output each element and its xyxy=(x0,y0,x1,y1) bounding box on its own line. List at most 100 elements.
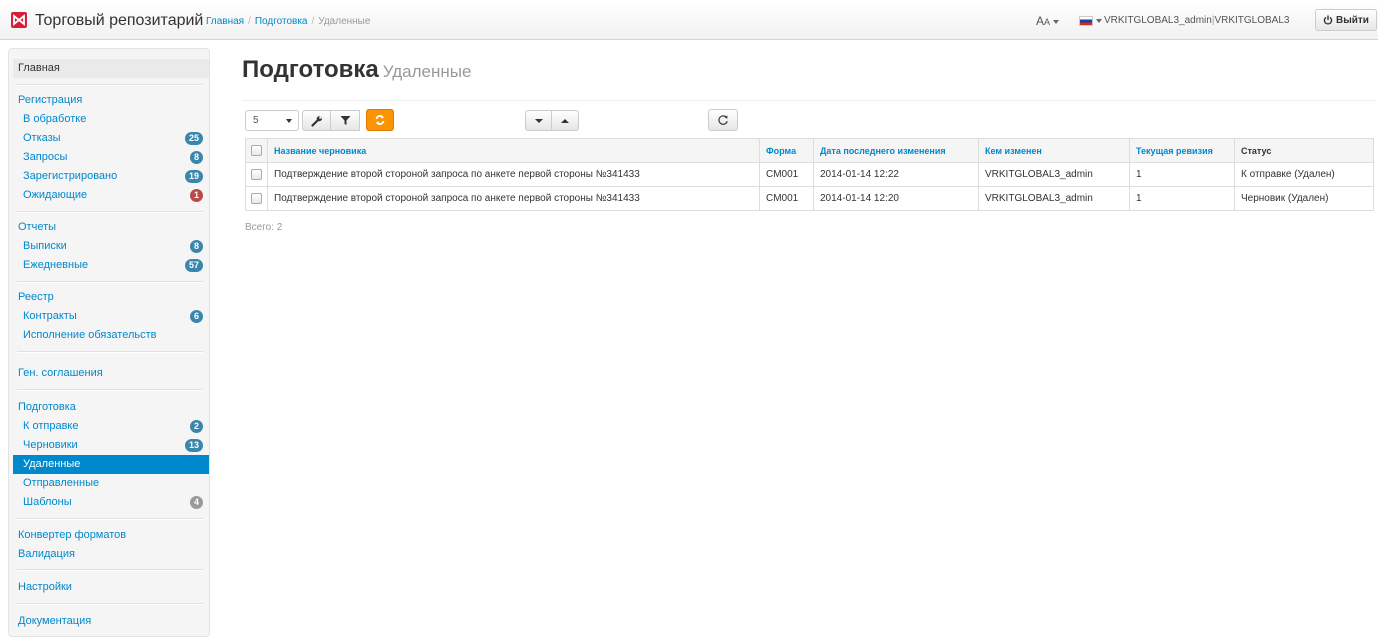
column-header-name[interactable]: Название черновика xyxy=(267,138,760,163)
reload-icon xyxy=(718,115,728,125)
refresh-toggle-button[interactable] xyxy=(366,109,394,131)
count-badge: 8 xyxy=(189,240,203,253)
sidebar-item-format-converter[interactable]: Конвертер форматов xyxy=(13,526,209,545)
select-all-cell[interactable] xyxy=(245,138,268,163)
user-info[interactable]: VRKITGLOBAL3_admin|VRKITGLOBAL3 xyxy=(1104,15,1289,26)
select-all-checkbox[interactable] xyxy=(251,145,262,157)
language-menu[interactable] xyxy=(1079,15,1102,27)
app-title[interactable]: Торговый репозитарий xyxy=(35,12,203,30)
row-checkbox[interactable] xyxy=(251,168,262,180)
cell-form: CM001 xyxy=(759,162,814,187)
sidebar-item-rejections[interactable]: Отказы 25 xyxy=(13,129,209,148)
caret-up-icon xyxy=(561,118,569,123)
sidebar-item-statements[interactable]: Выписки 8 xyxy=(13,237,209,256)
chevron-down-icon xyxy=(1053,19,1060,24)
page-size-select[interactable]: 5 xyxy=(245,110,299,131)
count-badge: 57 xyxy=(184,259,203,272)
count-badge: 19 xyxy=(184,170,203,183)
cell-form: CM001 xyxy=(759,186,814,211)
sidebar-item-to-send[interactable]: К отправке 2 xyxy=(13,417,209,436)
sidebar-item-requests[interactable]: Запросы 8 xyxy=(13,148,209,167)
sidebar-item-daily[interactable]: Ежедневные 57 xyxy=(13,256,209,275)
page-title: Подготовка Удаленные xyxy=(242,56,472,83)
total-count: Всего: 2 xyxy=(245,222,283,233)
page-subtitle: Удаленные xyxy=(382,62,472,81)
column-header-revision[interactable]: Текущая ревизия xyxy=(1129,138,1235,163)
cell-name[interactable]: Подтверждение второй стороной запроса по… xyxy=(267,186,760,211)
count-badge: 6 xyxy=(189,310,203,323)
sidebar-item-documentation[interactable]: Документация xyxy=(13,612,209,631)
font-size-menu[interactable]: AA xyxy=(1036,14,1060,28)
sidebar-item-drafts[interactable]: Черновики 13 xyxy=(13,436,209,455)
sort-descending-button[interactable] xyxy=(525,110,552,131)
sidebar-item-processing[interactable]: В обработке xyxy=(13,110,209,129)
sidebar-item-pending[interactable]: Ожидающие 1 xyxy=(13,186,209,205)
flag-ru-icon xyxy=(1079,16,1093,27)
power-icon xyxy=(1323,15,1333,25)
cell-date: 2014-01-14 12:20 xyxy=(813,186,979,211)
sidebar-section-reports[interactable]: Отчеты xyxy=(13,218,209,237)
sidebar-section-registration[interactable]: Регистрация xyxy=(13,91,209,110)
sidebar-item-general-agreements[interactable]: Ген. соглашения xyxy=(13,364,209,383)
sidebar-divider xyxy=(17,603,203,605)
table-row[interactable]: Подтверждение второй стороной запроса по… xyxy=(245,186,1374,211)
sidebar-item-settings[interactable]: Настройки xyxy=(13,578,209,597)
count-badge: 25 xyxy=(184,132,203,145)
sidebar-divider xyxy=(17,389,203,391)
chevron-down-icon xyxy=(1096,19,1102,24)
sidebar-item-obligations[interactable]: Исполнение обязательств xyxy=(13,326,209,345)
breadcrumb-home[interactable]: Главная xyxy=(206,16,244,27)
cell-date: 2014-01-14 12:22 xyxy=(813,162,979,187)
row-checkbox[interactable] xyxy=(251,192,262,204)
cell-name[interactable]: Подтверждение второй стороной запроса по… xyxy=(267,162,760,187)
sidebar: Главная Регистрация В обработке Отказы 25… xyxy=(8,48,210,637)
top-navbar: Торговый репозитарий Главная / Подготовка /… xyxy=(0,0,1378,40)
breadcrumb-current: Удаленные xyxy=(318,16,371,27)
cell-revision: 1 xyxy=(1129,186,1235,211)
cell-changed-by: VRKITGLOBAL3_admin xyxy=(978,186,1130,211)
font-size-icon: A xyxy=(1036,14,1045,28)
brand-logo-icon[interactable] xyxy=(11,12,27,28)
sidebar-divider xyxy=(17,84,203,86)
title-divider xyxy=(242,100,1376,101)
count-badge: 13 xyxy=(184,439,203,452)
chevron-down-icon xyxy=(286,119,292,123)
column-header-date[interactable]: Дата последнего изменения xyxy=(813,138,979,163)
count-badge: 8 xyxy=(189,151,203,164)
column-header-changed-by[interactable]: Кем изменен xyxy=(978,138,1130,163)
sidebar-item-templates[interactable]: Шаблоны 4 xyxy=(13,493,209,512)
sidebar-item-sent[interactable]: Отправленные xyxy=(13,474,209,493)
sort-ascending-button[interactable] xyxy=(552,110,579,131)
drafts-table: Название черновика Форма Дата последнего… xyxy=(245,138,1374,211)
filter-icon xyxy=(340,116,350,125)
refresh-icon xyxy=(375,115,385,125)
count-badge: 2 xyxy=(189,420,203,433)
table-header-row: Название черновика Форма Дата последнего… xyxy=(245,138,1374,163)
count-badge: 4 xyxy=(189,496,203,509)
logout-button[interactable]: Выйти xyxy=(1315,9,1377,31)
sidebar-divider xyxy=(17,211,203,213)
reload-button[interactable] xyxy=(708,109,738,131)
sidebar-item-registered[interactable]: Зарегистрировано 19 xyxy=(13,167,209,186)
sidebar-item-validation[interactable]: Валидация xyxy=(13,545,209,564)
cell-changed-by: VRKITGLOBAL3_admin xyxy=(978,162,1130,187)
sidebar-item-contracts[interactable]: Контракты 6 xyxy=(13,307,209,326)
sidebar-section-registry[interactable]: Реестр xyxy=(13,288,209,307)
wrench-icon xyxy=(310,115,322,127)
column-header-form[interactable]: Форма xyxy=(759,138,814,163)
user-name: VRKITGLOBAL3_admin xyxy=(1104,15,1212,26)
sidebar-divider xyxy=(17,569,203,571)
sidebar-section-preparation[interactable]: Подготовка xyxy=(13,398,209,417)
breadcrumb-preparation[interactable]: Подготовка xyxy=(255,16,308,27)
sidebar-item-home[interactable]: Главная xyxy=(13,59,209,78)
table-row[interactable]: Подтверждение второй стороной запроса по… xyxy=(245,162,1374,187)
settings-button[interactable] xyxy=(302,110,331,131)
cell-status: К отправке (Удален) xyxy=(1234,162,1374,187)
sidebar-divider xyxy=(17,351,203,353)
cell-revision: 1 xyxy=(1129,162,1235,187)
filter-button[interactable] xyxy=(331,110,360,131)
count-badge: 1 xyxy=(189,189,203,202)
breadcrumb: Главная / Подготовка / Удаленные xyxy=(206,16,371,27)
sidebar-item-deleted[interactable]: Удаленные xyxy=(13,455,209,474)
cell-status: Черновик (Удален) xyxy=(1234,186,1374,211)
